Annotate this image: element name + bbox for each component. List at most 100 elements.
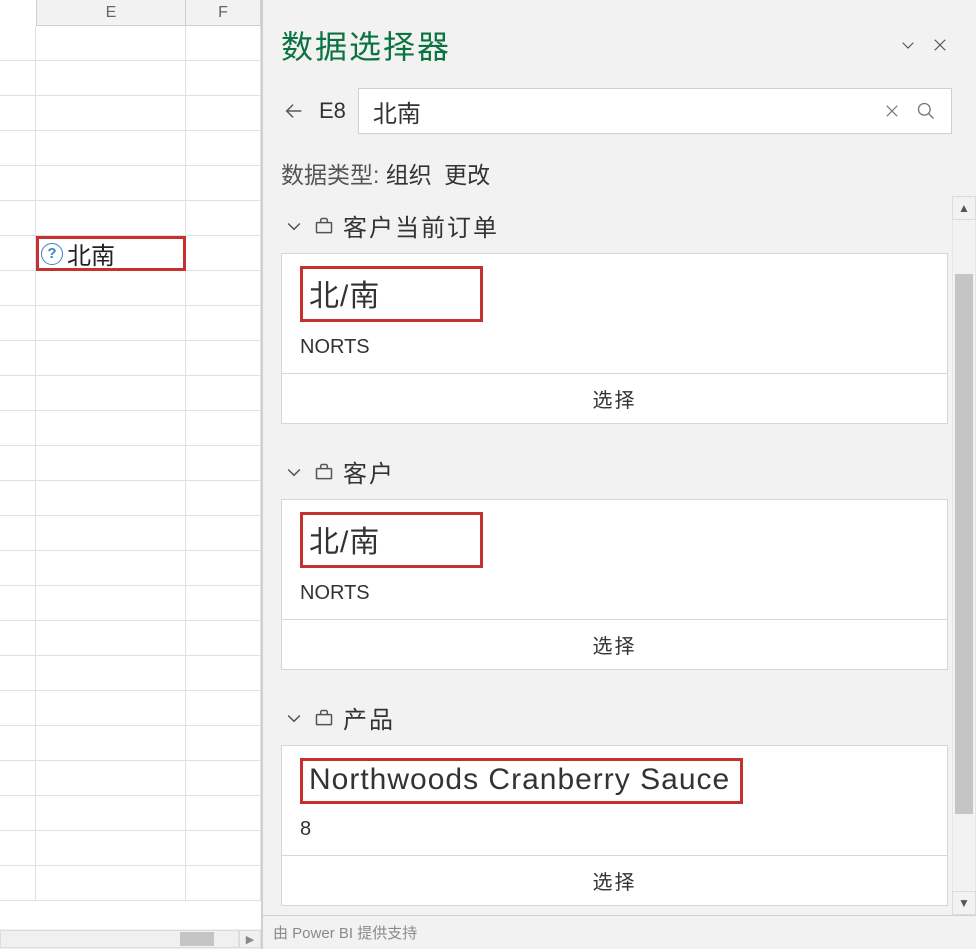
cell[interactable] bbox=[36, 761, 186, 796]
change-type-link[interactable]: 更改 bbox=[444, 162, 490, 188]
cell[interactable] bbox=[186, 831, 261, 866]
cell[interactable] bbox=[36, 726, 186, 761]
result-group-header[interactable]: 客户 bbox=[281, 446, 948, 499]
pane-close-button[interactable] bbox=[924, 29, 956, 61]
search-box[interactable] bbox=[358, 88, 952, 134]
data-type-label: 数据类型: bbox=[281, 162, 379, 188]
select-button[interactable]: 选择 bbox=[282, 619, 947, 669]
collapse-toggle[interactable] bbox=[283, 461, 305, 483]
cell[interactable] bbox=[36, 26, 186, 61]
select-button[interactable]: 选择 bbox=[282, 373, 947, 423]
scrollbar-thumb[interactable] bbox=[955, 274, 973, 814]
cell[interactable] bbox=[186, 341, 261, 376]
cell[interactable] bbox=[186, 166, 261, 201]
chevron-down-icon bbox=[899, 36, 917, 54]
column-header-f[interactable]: F bbox=[186, 0, 261, 26]
cell[interactable] bbox=[186, 376, 261, 411]
briefcase-icon bbox=[313, 707, 335, 729]
cell[interactable] bbox=[186, 761, 261, 796]
pane-title: 数据选择器 bbox=[281, 22, 892, 68]
group-title: 产品 bbox=[343, 700, 395, 735]
result-card: 北/南 NORTS 选择 bbox=[281, 253, 948, 424]
cell[interactable] bbox=[186, 446, 261, 481]
cell[interactable] bbox=[36, 586, 186, 621]
cell[interactable] bbox=[186, 796, 261, 831]
search-input[interactable] bbox=[373, 97, 875, 125]
cell[interactable] bbox=[36, 621, 186, 656]
cell[interactable] bbox=[36, 96, 186, 131]
cell[interactable] bbox=[186, 271, 261, 306]
scroll-right-icon[interactable]: ▶ bbox=[239, 930, 261, 948]
cell[interactable] bbox=[186, 586, 261, 621]
cell[interactable] bbox=[36, 656, 186, 691]
cell[interactable] bbox=[36, 166, 186, 201]
briefcase-icon bbox=[313, 461, 335, 483]
pane-menu-button[interactable] bbox=[892, 29, 924, 61]
cell[interactable] bbox=[186, 691, 261, 726]
cell[interactable] bbox=[36, 376, 186, 411]
search-button[interactable] bbox=[909, 94, 943, 128]
cell[interactable] bbox=[36, 341, 186, 376]
data-type-line: 数据类型: 组织 更改 bbox=[263, 140, 976, 196]
cell[interactable] bbox=[36, 306, 186, 341]
cell[interactable] bbox=[36, 551, 186, 586]
cell[interactable] bbox=[186, 656, 261, 691]
cell[interactable] bbox=[186, 551, 261, 586]
cell[interactable] bbox=[36, 61, 186, 96]
data-selector-pane: 数据选择器 E8 数据类型: bbox=[262, 0, 976, 949]
result-title[interactable]: 北/南 bbox=[300, 266, 483, 322]
cell[interactable] bbox=[36, 131, 186, 166]
results-list: 客户当前订单 北/南 NORTS 选择 bbox=[263, 196, 952, 915]
cell[interactable] bbox=[186, 726, 261, 761]
cell-reference-label: E8 bbox=[319, 98, 346, 124]
result-card: Northwoods Cranberry Sauce 8 选择 bbox=[281, 745, 948, 906]
scroll-down-icon[interactable]: ▼ bbox=[952, 891, 976, 915]
cell[interactable] bbox=[186, 866, 261, 901]
cell[interactable] bbox=[186, 236, 261, 271]
cell[interactable] bbox=[36, 446, 186, 481]
cell-e8-active[interactable]: ? 北南 bbox=[36, 236, 186, 271]
result-title[interactable]: Northwoods Cranberry Sauce bbox=[300, 758, 743, 804]
cell[interactable] bbox=[36, 516, 186, 551]
collapse-toggle[interactable] bbox=[283, 215, 305, 237]
arrow-left-icon bbox=[283, 100, 305, 122]
chevron-down-icon bbox=[284, 462, 304, 482]
cell[interactable] bbox=[186, 96, 261, 131]
column-headers: E F bbox=[0, 0, 261, 26]
chevron-down-icon bbox=[284, 216, 304, 236]
result-subtitle: NORTS bbox=[300, 336, 929, 359]
column-header-e[interactable]: E bbox=[36, 0, 186, 26]
scrollbar-thumb[interactable] bbox=[180, 932, 214, 946]
back-button[interactable] bbox=[281, 98, 307, 124]
cell[interactable] bbox=[36, 831, 186, 866]
cell[interactable] bbox=[186, 516, 261, 551]
cell-value: 北南 bbox=[67, 236, 115, 271]
clear-search-button[interactable] bbox=[875, 94, 909, 128]
group-title: 客户 bbox=[343, 454, 395, 489]
cell[interactable] bbox=[36, 411, 186, 446]
cell[interactable] bbox=[186, 481, 261, 516]
cell[interactable] bbox=[186, 621, 261, 656]
cell[interactable] bbox=[186, 201, 261, 236]
cell[interactable] bbox=[36, 796, 186, 831]
cell[interactable] bbox=[36, 481, 186, 516]
result-card: 北/南 NORTS 选择 bbox=[281, 499, 948, 670]
cell[interactable] bbox=[36, 271, 186, 306]
result-group-header[interactable]: 客户当前订单 bbox=[281, 200, 948, 253]
cell[interactable] bbox=[186, 61, 261, 96]
result-title[interactable]: 北/南 bbox=[300, 512, 483, 568]
select-button[interactable]: 选择 bbox=[282, 855, 947, 905]
scroll-up-icon[interactable]: ▲ bbox=[952, 196, 976, 220]
vertical-scrollbar[interactable]: ▲ ▼ bbox=[952, 196, 976, 915]
collapse-toggle[interactable] bbox=[283, 707, 305, 729]
cell[interactable] bbox=[36, 866, 186, 901]
cell[interactable] bbox=[186, 26, 261, 61]
cell[interactable] bbox=[36, 691, 186, 726]
horizontal-scrollbar[interactable]: ▶ bbox=[0, 929, 261, 949]
result-group-header[interactable]: 产品 bbox=[281, 692, 948, 745]
cell[interactable] bbox=[186, 131, 261, 166]
cell[interactable] bbox=[186, 411, 261, 446]
cell[interactable] bbox=[186, 306, 261, 341]
cell[interactable] bbox=[36, 201, 186, 236]
grid-rows: ? 北南 bbox=[0, 26, 261, 929]
